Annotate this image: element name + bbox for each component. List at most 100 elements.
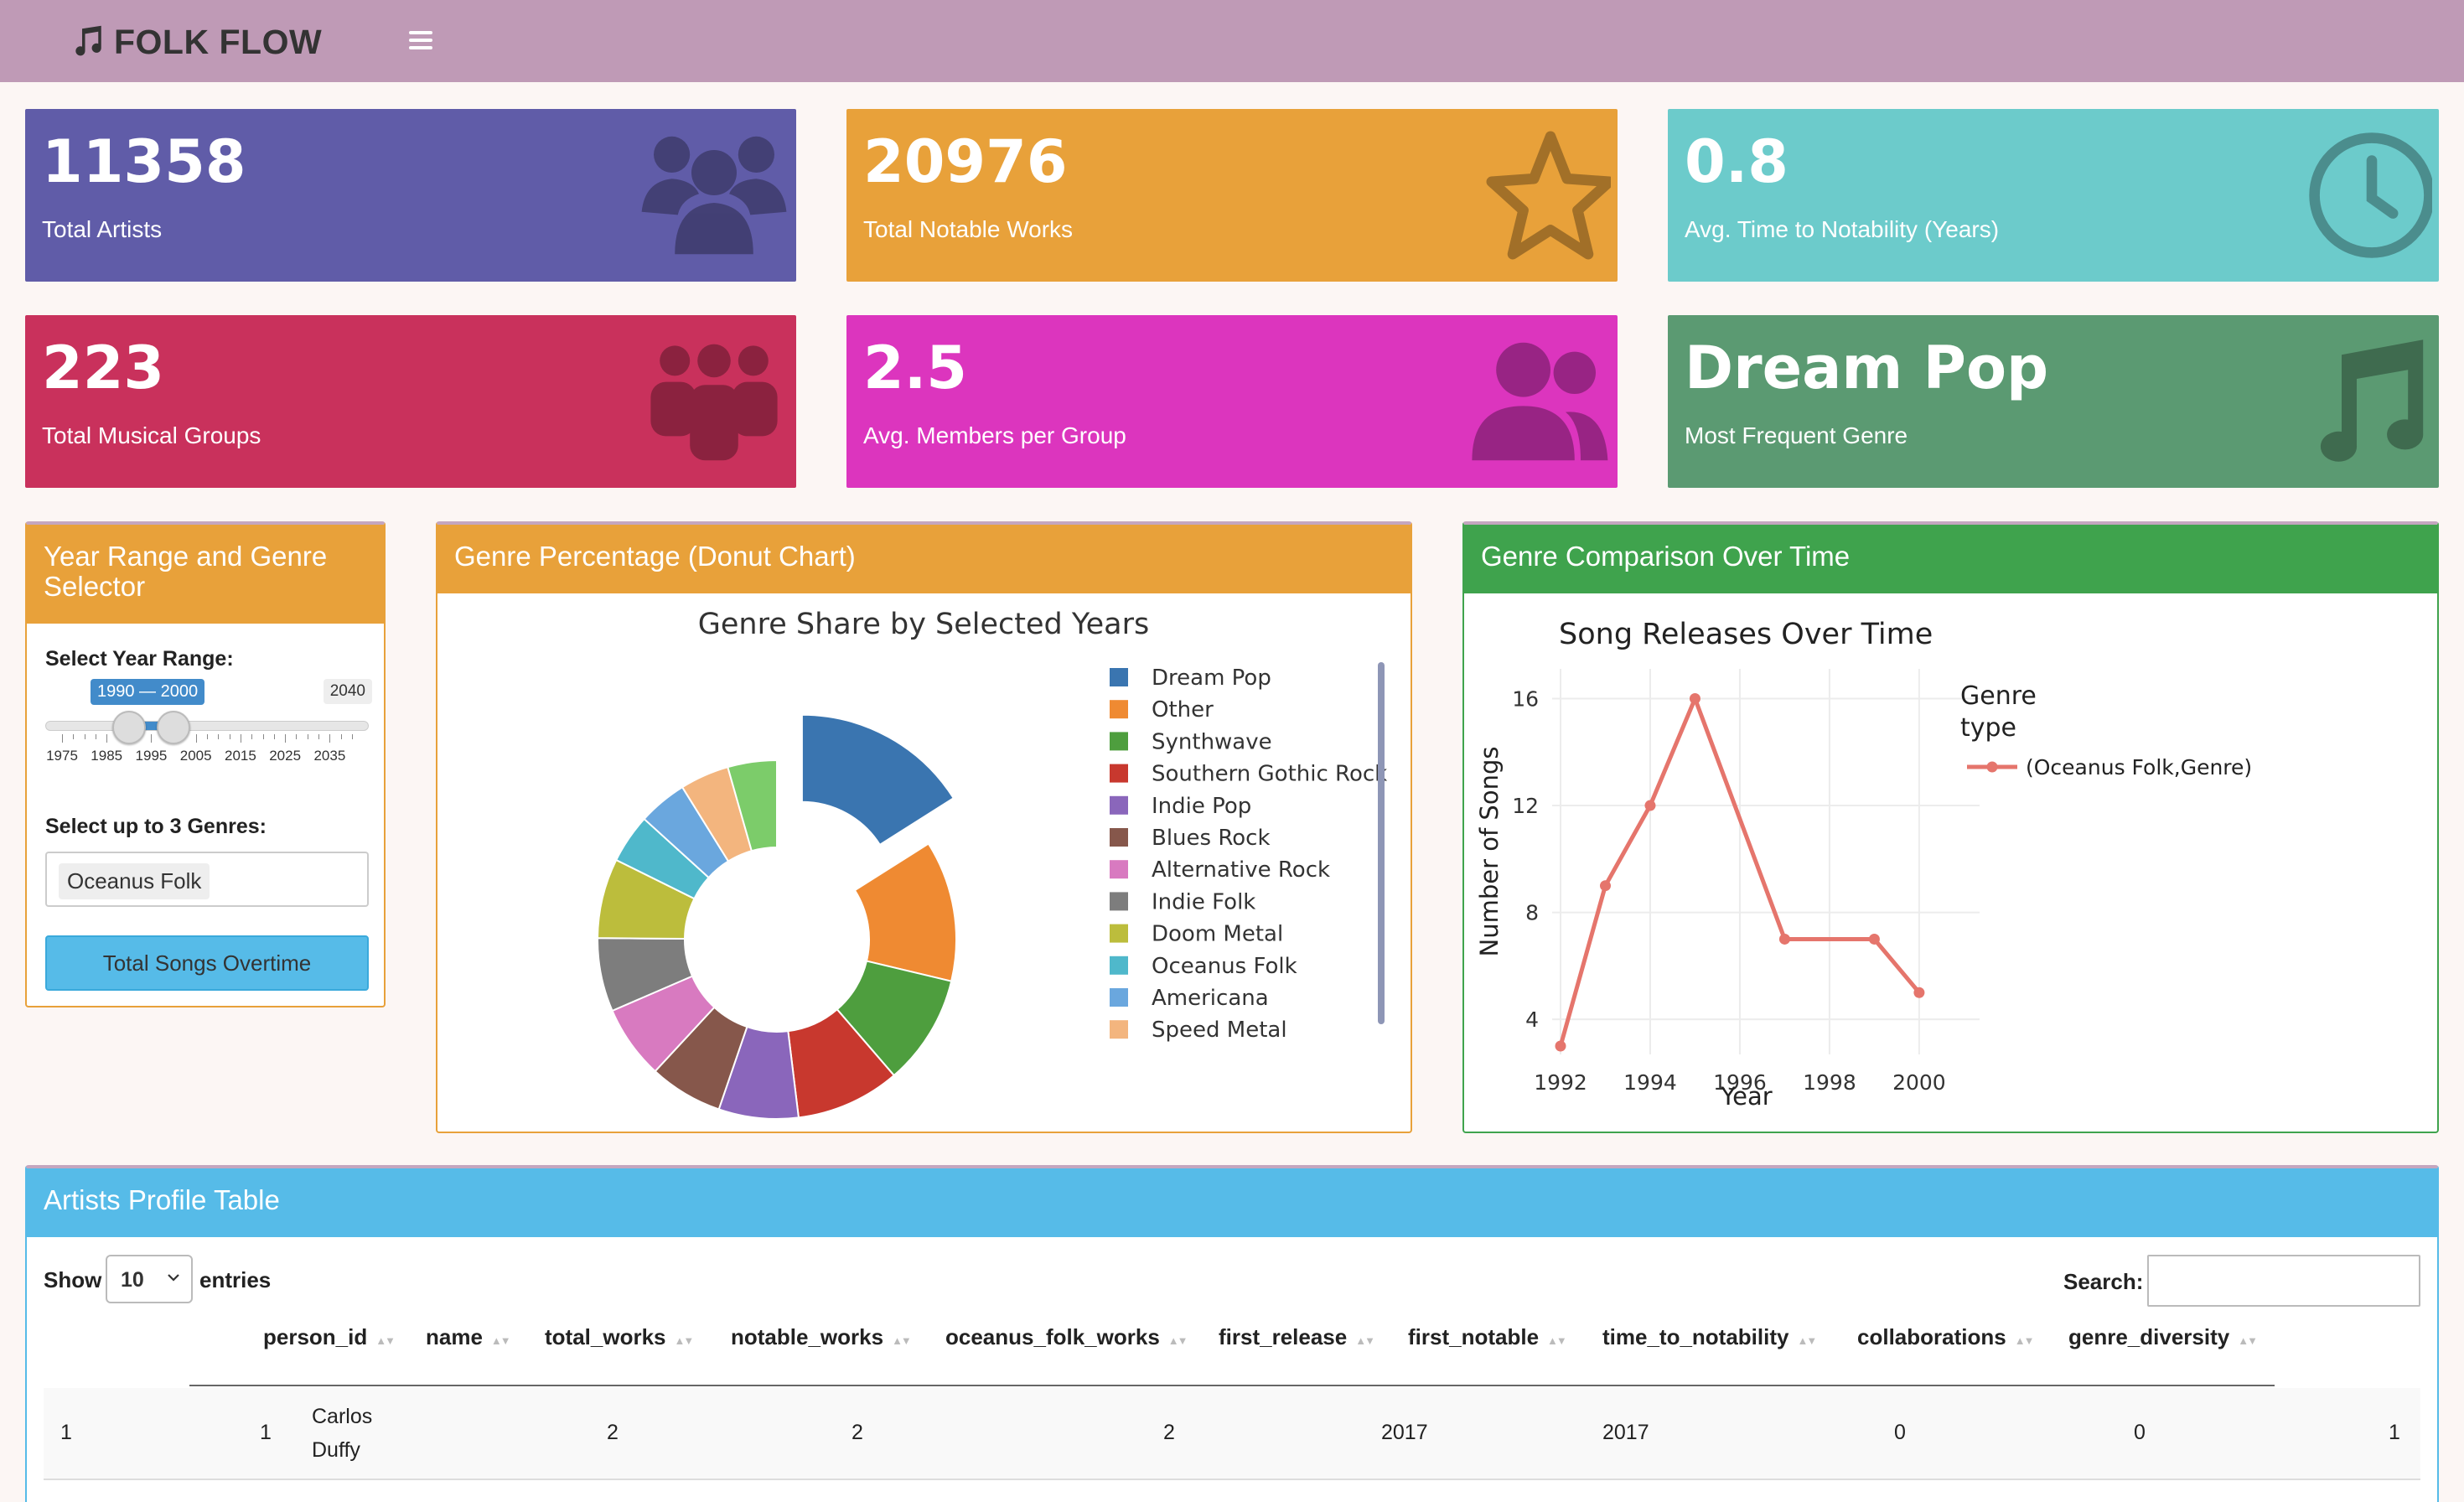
entries-label: entries — [199, 1267, 272, 1292]
slider-tick — [73, 734, 75, 739]
column-header-label: total_works — [545, 1324, 666, 1349]
legend-label: Alternative Rock — [1152, 857, 1330, 883]
data-point — [1599, 880, 1611, 892]
hamburger-menu-icon[interactable] — [409, 28, 432, 52]
year-range-label: Select Year Range: — [45, 647, 234, 671]
value-box-label: Total Artists — [42, 216, 163, 242]
legend-label: Doom Metal — [1152, 922, 1283, 947]
legend-label: Americana — [1152, 986, 1269, 1011]
slider-tick — [218, 734, 220, 739]
legend-swatch — [1110, 668, 1128, 686]
genre-select-label: Select up to 3 Genres: — [45, 815, 267, 838]
slider-max-readout: 2040 — [323, 679, 372, 704]
sort-icon: ▲▼ — [1547, 1334, 1567, 1347]
legend-label: Blues Rock — [1152, 826, 1271, 851]
donut-chart[interactable]: Genre Share by Selected Years Dream Pop O… — [437, 593, 1411, 1130]
legend-swatch — [1110, 956, 1128, 975]
year-range-slider[interactable]: 1990 — 2000 2040 1975 1985 1995 2005 2015 202… — [45, 679, 372, 764]
slider-tick-label: 1985 — [91, 748, 123, 764]
legend-swatch — [1110, 1020, 1128, 1039]
y-tick-label: 8 — [1525, 901, 1539, 925]
chevron-down-icon — [166, 1270, 181, 1285]
genre-select-input[interactable]: Oceanus Folk — [45, 852, 369, 907]
sort-icon: ▲▼ — [2014, 1334, 2035, 1347]
slider-tick — [296, 734, 298, 739]
app-header: FOLK FLOW — [0, 0, 2464, 82]
cell-oceanus-folk-works: 2 — [1163, 1421, 1175, 1444]
column-header-label: collaborations — [1857, 1324, 2006, 1349]
value-box-frequent-genre: Dream Pop Most Frequent Genre — [1668, 315, 2439, 488]
column-header-notable_works[interactable]: notable_works ▲▼ — [731, 1324, 912, 1350]
value-box-label: Total Notable Works — [863, 216, 1074, 242]
legend-title: Genre — [1960, 681, 2037, 711]
donut-chart-title: Genre Share by Selected Years — [698, 608, 1149, 641]
column-header-label: oceanus_folk_works — [945, 1324, 1160, 1349]
cell-index: 1 — [60, 1421, 72, 1444]
slider-tick — [352, 734, 353, 739]
legend-label: Speed Metal — [1152, 1018, 1287, 1043]
column-header-time_to_notability[interactable]: time_to_notability ▲▼ — [1602, 1324, 1817, 1350]
slider-tick — [106, 734, 108, 743]
legend-swatch — [1110, 795, 1128, 815]
value-box-musical-groups: 223 Total Musical Groups — [25, 315, 796, 488]
table-header-divider — [189, 1385, 2275, 1386]
sort-icon: ▲▼ — [1355, 1334, 1375, 1347]
column-header-label: notable_works — [731, 1324, 884, 1349]
data-point — [1913, 987, 1925, 998]
column-header-name[interactable]: name ▲▼ — [426, 1324, 511, 1350]
column-header-oceanus_folk_works[interactable]: oceanus_folk_works ▲▼ — [945, 1324, 1188, 1350]
donut-legend: Dream Pop Other Synthwave Southern Gothic R… — [1110, 666, 1387, 1043]
slider-tick-label: 1995 — [135, 748, 168, 764]
entries-select[interactable]: 10 — [106, 1255, 193, 1303]
x-tick-label: 1994 — [1623, 1070, 1677, 1095]
cell-person-id: 1 — [260, 1421, 272, 1444]
legend-swatch — [1110, 892, 1128, 911]
music-note-icon — [70, 23, 106, 60]
column-header-first_notable[interactable]: first_notable ▲▼ — [1408, 1324, 1567, 1350]
column-header-total_works[interactable]: total_works ▲▼ — [545, 1324, 694, 1350]
sort-icon: ▲▼ — [892, 1334, 912, 1347]
slider-tick — [151, 734, 153, 743]
line-legend: Genretype (Oceanus Folk,Genre) — [1960, 681, 2252, 779]
slider-tick — [62, 734, 63, 743]
column-header-collaborations[interactable]: collaborations ▲▼ — [1857, 1324, 2035, 1350]
value-box-label: Most Frequent Genre — [1685, 422, 1908, 448]
value-box-label: Total Musical Groups — [42, 422, 261, 448]
slider-track[interactable] — [45, 721, 369, 731]
column-header-genre_diversity[interactable]: genre_diversity ▲▼ — [2068, 1324, 2258, 1350]
slider-handle-min[interactable] — [111, 711, 146, 744]
x-axis-label: Year — [1720, 1082, 1772, 1111]
users-icon — [639, 124, 789, 267]
y-axis-label: Number of Songs — [1475, 747, 1504, 957]
slider-tick — [251, 734, 253, 739]
column-header-label: first_release — [1219, 1324, 1348, 1349]
column-header-person_id[interactable]: person_id ▲▼ — [263, 1324, 396, 1350]
line-chart[interactable]: Song Releases Over Time 1992 1994 1996 1998… — [1464, 593, 2437, 1130]
data-point — [1644, 800, 1656, 811]
legend-scrollbar[interactable] — [1378, 662, 1385, 1024]
sort-icon: ▲▼ — [375, 1334, 396, 1347]
search-input[interactable] — [2147, 1255, 2420, 1307]
table-panel-title: Artists Profile Table — [27, 1168, 2437, 1237]
music-icon — [2281, 330, 2432, 473]
total-songs-button[interactable]: Total Songs Overtime — [45, 935, 369, 991]
brand[interactable]: FOLK FLOW — [70, 18, 322, 65]
legend-marker — [1986, 761, 1998, 773]
slider-tick — [285, 734, 287, 743]
slider-tick — [329, 734, 331, 743]
column-header-first_release[interactable]: first_release ▲▼ — [1219, 1324, 1375, 1350]
cell-name-last: Duffy — [312, 1438, 360, 1462]
x-tick-label: 2000 — [1892, 1070, 1946, 1095]
legend-swatch — [1110, 988, 1128, 1007]
line-axes: 1992 1994 1996 1998 2000481216 — [1512, 687, 1946, 1095]
genre-chip[interactable]: Oceanus Folk — [59, 863, 210, 899]
slider-tick — [273, 734, 275, 739]
slider-tick-label: 2025 — [269, 748, 302, 764]
search-label: Search: — [2063, 1269, 2144, 1294]
sort-icon: ▲▼ — [2238, 1334, 2258, 1347]
value-box-value: Dream Pop — [1685, 334, 2049, 402]
slider-handle-max[interactable] — [157, 711, 191, 744]
table-row[interactable] — [44, 1388, 2420, 1480]
selector-panel-title: Year Range and Genre Selector — [27, 525, 384, 624]
slider-tick-label: 2035 — [313, 748, 346, 764]
